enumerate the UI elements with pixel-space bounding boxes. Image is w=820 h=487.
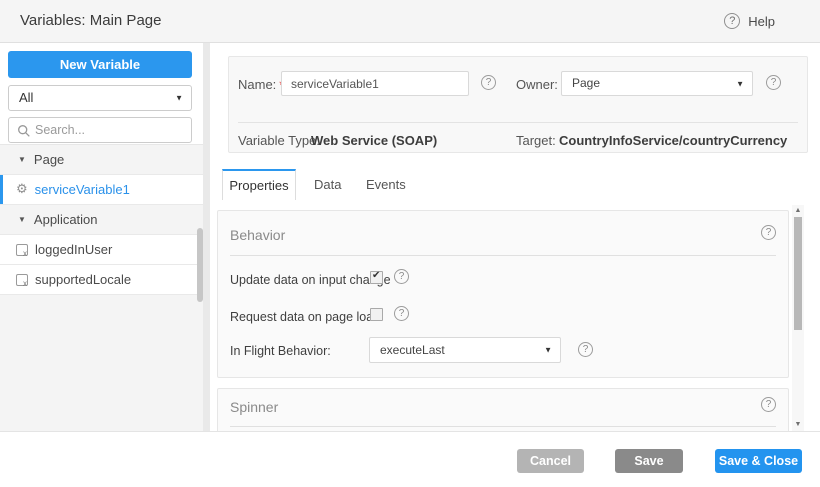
section-divider [230, 255, 776, 256]
scroll-down-icon[interactable]: ▼ [792, 420, 804, 430]
properties-scrollbar[interactable]: ▲ ▼ [792, 205, 804, 431]
tree-item-loggedinuser[interactable]: loggedInUser [0, 235, 203, 265]
variable-filter-select[interactable]: All ▼ [8, 85, 192, 111]
update-data-on-input-change-label: Update data on input change [230, 273, 391, 287]
variable-type-label: Variable Type: [238, 133, 320, 148]
tab-events[interactable]: Events [366, 169, 406, 200]
panel-divider [203, 43, 210, 431]
form-divider [238, 122, 798, 123]
spinner-section-title: Spinner [230, 399, 278, 415]
search-input[interactable] [35, 119, 187, 141]
cancel-button[interactable]: Cancel [517, 449, 584, 473]
help-label: Help [748, 14, 775, 29]
dialog-footer: Cancel Save Save & Close [0, 431, 820, 487]
tree-item-label: loggedInUser [35, 242, 112, 257]
detail-tabs: Properties Data Events [210, 169, 820, 200]
collapse-arrow-icon: ▼ [18, 215, 26, 224]
page-title: Variables: Main Page [20, 0, 161, 42]
name-field[interactable] [281, 71, 469, 96]
request-data-on-page-load-checkbox[interactable] [370, 308, 383, 321]
tab-properties[interactable]: Properties [222, 169, 296, 200]
owner-help-icon[interactable]: ? [766, 75, 781, 90]
tree-group-label: Application [34, 212, 98, 227]
dialog-header: Variables: Main Page ? Help [0, 0, 820, 43]
tab-data[interactable]: Data [314, 169, 341, 200]
in-flight-behavior-select[interactable]: executeLast ▼ [369, 337, 561, 363]
save-and-close-button[interactable]: Save & Close [715, 449, 802, 473]
section-divider [230, 426, 776, 427]
spinner-section: Spinner ? [217, 388, 789, 431]
filter-selected-value: All [19, 86, 33, 110]
request-data-on-page-load-label: Request data on page load [230, 310, 380, 324]
update-data-on-input-change-checkbox[interactable] [370, 271, 383, 284]
variable-tree: ▼ Page ⚙ serviceVariable1 ▼ Application … [0, 144, 203, 431]
tree-item-label: supportedLocale [35, 272, 131, 287]
tree-item-servicevariable1[interactable]: ⚙ serviceVariable1 [0, 175, 203, 205]
chevron-down-icon: ▼ [544, 346, 552, 355]
collapse-arrow-icon: ▼ [18, 155, 26, 164]
tree-item-supportedlocale[interactable]: supportedLocale [0, 265, 203, 295]
owner-label: Owner:* [516, 77, 566, 92]
static-variable-icon [16, 274, 28, 286]
variables-sidebar: New Variable All ▼ ▼ Page ⚙ serviceVaria… [0, 44, 203, 431]
static-variable-icon [16, 244, 28, 256]
chevron-down-icon: ▼ [736, 79, 744, 88]
chevron-down-icon: ▼ [175, 94, 183, 103]
owner-selected-value: Page [572, 72, 600, 95]
help-button[interactable]: ? Help [724, 0, 775, 42]
target-label: Target: [516, 133, 556, 148]
tree-group-application[interactable]: ▼ Application [0, 205, 203, 235]
scroll-up-icon[interactable]: ▲ [792, 206, 804, 216]
in-flight-selected-value: executeLast [380, 338, 445, 362]
scrollbar-thumb[interactable] [794, 217, 802, 330]
update-data-help-icon[interactable]: ? [394, 269, 409, 284]
new-variable-button[interactable]: New Variable [8, 51, 192, 78]
name-label: Name:* [238, 77, 284, 92]
in-flight-behavior-label: In Flight Behavior: [230, 344, 331, 358]
help-icon: ? [724, 13, 740, 29]
behavior-help-icon[interactable]: ? [761, 225, 776, 240]
owner-select[interactable]: Page ▼ [561, 71, 753, 96]
tree-group-label: Page [34, 152, 64, 167]
in-flight-help-icon[interactable]: ? [578, 342, 593, 357]
search-icon [17, 124, 31, 138]
name-help-icon[interactable]: ? [481, 75, 496, 90]
behavior-section-title: Behavior [230, 227, 285, 243]
save-button[interactable]: Save [615, 449, 683, 473]
request-data-help-icon[interactable]: ? [394, 306, 409, 321]
tree-group-page[interactable]: ▼ Page [0, 145, 203, 175]
behavior-section: Behavior ? Update data on input change ?… [217, 210, 789, 378]
variable-type-value: Web Service (SOAP) [311, 133, 437, 148]
service-variable-icon: ⚙ [16, 183, 28, 196]
variable-search [8, 117, 192, 143]
variable-detail-panel: Name:* ? Owner:* Page ▼ ? Variable Type:… [210, 43, 820, 431]
tree-item-label: serviceVariable1 [35, 182, 130, 197]
variable-summary-form: Name:* ? Owner:* Page ▼ ? Variable Type:… [228, 56, 808, 153]
target-value: CountryInfoService/countryCurrency [559, 133, 787, 148]
spinner-help-icon[interactable]: ? [761, 397, 776, 412]
